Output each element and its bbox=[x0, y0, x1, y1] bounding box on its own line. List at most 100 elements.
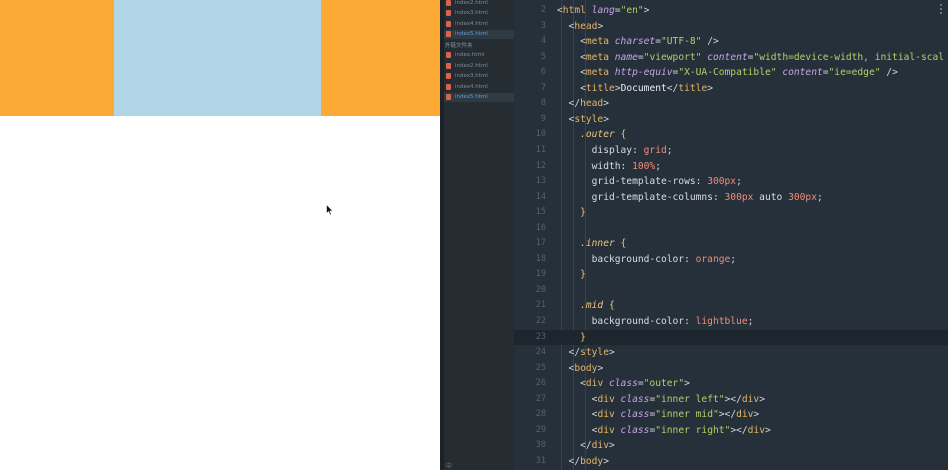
code-token: { bbox=[614, 129, 627, 141]
code-token: > bbox=[603, 98, 609, 110]
code-line[interactable]: 19 } bbox=[514, 267, 948, 283]
line-number: 10 bbox=[535, 129, 546, 140]
code-line[interactable]: 12 width: 100%; bbox=[514, 159, 948, 175]
code-line[interactable]: 28 <div class="inner mid"></div> bbox=[514, 407, 948, 423]
code-line[interactable]: 23 } bbox=[514, 329, 948, 346]
code-line[interactable]: 27 <div class="inner left"></div> bbox=[514, 392, 948, 408]
code-token: "inner right" bbox=[655, 424, 731, 436]
file-item[interactable]: index2.html bbox=[444, 61, 514, 70]
code-line[interactable]: 8 </head> bbox=[514, 96, 948, 112]
file-label: index4.html bbox=[455, 83, 488, 90]
code-text: .mid { bbox=[557, 298, 615, 314]
file-label: index5.html bbox=[455, 31, 488, 37]
code-token: < bbox=[557, 393, 598, 405]
code-text: } bbox=[557, 267, 586, 283]
html5-icon bbox=[446, 10, 451, 16]
code-token: "width=device-width, initial-scal bbox=[753, 51, 945, 63]
html5-icon bbox=[446, 31, 451, 37]
code-token: background-color: bbox=[557, 316, 696, 327]
file-item[interactable]: index3.html bbox=[444, 72, 514, 81]
code-line[interactable]: 20 bbox=[514, 283, 948, 299]
code-token: > bbox=[603, 455, 609, 467]
code-token: title bbox=[678, 82, 708, 94]
code-line[interactable]: 26 <div class="outer"> bbox=[514, 376, 948, 392]
code-token: orange bbox=[695, 253, 731, 265]
code-line[interactable]: 18 background-color: orange; bbox=[514, 252, 948, 268]
code-line[interactable]: 24 </style> bbox=[514, 345, 948, 361]
code-token: < bbox=[557, 82, 586, 94]
code-token: ></ bbox=[724, 393, 742, 405]
file-item[interactable]: index4.html bbox=[444, 82, 514, 91]
mouse-cursor-icon bbox=[326, 204, 334, 216]
code-text: .inner { bbox=[557, 236, 626, 252]
minimap-indicator[interactable] bbox=[940, 4, 942, 14]
code-token: grid-template-columns: bbox=[557, 191, 725, 203]
code-token: meta bbox=[585, 36, 609, 48]
file-item[interactable]: index3.html bbox=[444, 9, 514, 18]
code-line[interactable]: 3 <head> bbox=[514, 19, 948, 35]
code-token: class bbox=[620, 393, 650, 405]
code-token: ; bbox=[736, 176, 742, 188]
code-text: width: 100%; bbox=[557, 159, 661, 175]
code-token: ; bbox=[747, 316, 754, 327]
code-line[interactable]: 31 </body> bbox=[514, 454, 948, 470]
html5-icon bbox=[446, 62, 451, 69]
code-line[interactable]: 25 <body> bbox=[514, 361, 948, 377]
code-line[interactable]: 10 .outer { bbox=[514, 127, 948, 143]
code-token: /> bbox=[701, 36, 719, 48]
code-token: < bbox=[557, 378, 586, 390]
file-item[interactable]: index4.html bbox=[444, 19, 514, 28]
line-number: 21 bbox=[535, 300, 546, 311]
code-token: class bbox=[609, 378, 638, 390]
code-line[interactable]: 13 grid-template-rows: 300px; bbox=[514, 174, 948, 190]
code-token: > bbox=[707, 82, 714, 94]
file-label: index4.html bbox=[455, 20, 488, 27]
file-item[interactable]: index5.html bbox=[444, 29, 514, 39]
code-line[interactable]: 4 <meta charset="UTF-8" /> bbox=[514, 34, 948, 50]
code-line[interactable]: 22 background-color: lightblue; bbox=[514, 314, 948, 330]
code-token: < bbox=[557, 67, 586, 79]
outer-grid bbox=[0, 0, 440, 116]
file-item[interactable]: index.html bbox=[444, 51, 514, 60]
code-line[interactable]: 17 .inner { bbox=[514, 236, 948, 252]
file-label: index3.html bbox=[455, 10, 488, 16]
code-line[interactable]: 30 </div> bbox=[514, 438, 948, 454]
code-line[interactable]: 14 grid-template-columns: 300px auto 300… bbox=[514, 190, 948, 206]
line-number: 19 bbox=[535, 269, 546, 280]
code-line[interactable]: 16 bbox=[514, 221, 948, 237]
folder-item[interactable]: 外链文件夹 bbox=[444, 40, 514, 49]
code-text: grid-template-rows: 300px; bbox=[557, 174, 742, 190]
code-line[interactable]: 29 <div class="inner right"></div> bbox=[514, 423, 948, 439]
code-token: "inner mid" bbox=[655, 409, 719, 421]
code-token: < bbox=[557, 20, 575, 32]
code-text: display: grid; bbox=[557, 143, 673, 159]
code-token: grid bbox=[643, 144, 667, 156]
code-line[interactable]: 2 <html lang="en"> bbox=[514, 3, 948, 19]
file-item[interactable]: index2.html bbox=[444, 0, 514, 7]
file-item[interactable]: index5.html bbox=[444, 92, 514, 102]
file-label: index2.html bbox=[455, 0, 488, 6]
code-line[interactable]: 21 .mid { bbox=[514, 298, 948, 314]
code-line[interactable]: 6 <meta http-equiv="X-UA-Compatible" con… bbox=[514, 65, 948, 81]
code-text: <head> bbox=[557, 19, 604, 35]
code-token: head bbox=[580, 98, 604, 110]
code-token: "outer" bbox=[643, 378, 685, 390]
code-line[interactable]: 15 } bbox=[514, 205, 948, 221]
line-number: 18 bbox=[535, 253, 546, 264]
code-text: grid-template-columns: 300px auto 300px; bbox=[557, 190, 823, 206]
line-number: 9 bbox=[540, 113, 546, 124]
code-token: div bbox=[585, 378, 604, 390]
code-line[interactable]: 9 <style> bbox=[514, 112, 948, 128]
code-token: div bbox=[736, 409, 754, 421]
code-token: div bbox=[597, 409, 615, 421]
code-token: { bbox=[603, 300, 615, 312]
code-line[interactable]: 7 <title>Document</title> bbox=[514, 81, 948, 97]
code-token: grid-template-rows: bbox=[557, 176, 708, 188]
code-line[interactable]: 5 <meta name="viewport" content="width=d… bbox=[514, 50, 948, 66]
code-token: > bbox=[597, 362, 604, 374]
code-editor[interactable]: 2 <html lang="en"> 3 <head> 4 <meta charset… bbox=[514, 0, 948, 470]
code-line[interactable]: 11 display: grid; bbox=[514, 143, 948, 159]
code-text: background-color: orange; bbox=[557, 252, 736, 268]
code-token: /> bbox=[880, 67, 898, 79]
